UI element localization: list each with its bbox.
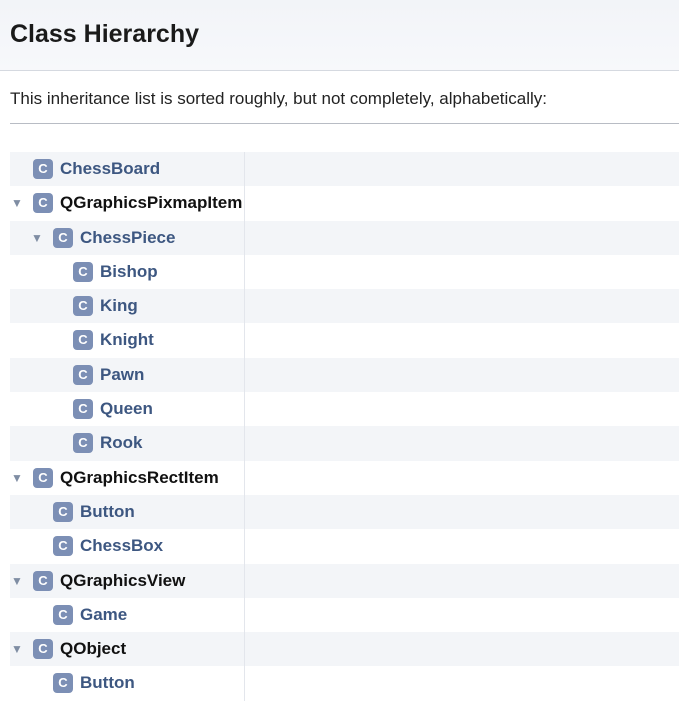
column-separator: [244, 186, 245, 221]
class-link[interactable]: Pawn: [100, 358, 144, 392]
column-separator: [244, 254, 245, 290]
column-separator: [244, 220, 245, 255]
class-badge-icon: C: [33, 193, 53, 214]
column-separator: [244, 529, 245, 564]
tree-row: ▼ C ChessPiece: [10, 220, 679, 255]
class-link[interactable]: QGraphicsView: [60, 564, 185, 598]
class-link[interactable]: Rook: [100, 426, 143, 460]
class-badge-icon: C: [53, 227, 73, 248]
column-separator: [244, 426, 245, 461]
column-separator: [244, 152, 245, 187]
tree-row: ▼ C QGraphicsPixmapItem: [10, 186, 679, 221]
class-link[interactable]: QObject: [60, 632, 126, 666]
class-hierarchy-tree: C ChessBoard ▼ C QGraphicsPixmapItem ▼ C ChessP…: [10, 152, 679, 701]
tree-row: C Button: [10, 666, 679, 701]
class-link[interactable]: ChessBoard: [60, 152, 160, 186]
class-link[interactable]: Button: [80, 495, 135, 529]
class-link[interactable]: ChessPiece: [80, 221, 175, 255]
class-link[interactable]: Bishop: [100, 255, 158, 289]
class-link[interactable]: Queen: [100, 392, 153, 426]
tree-row: C Bishop: [10, 254, 679, 290]
class-badge-icon: C: [73, 261, 93, 282]
expand-arrow-icon[interactable]: ▼: [10, 461, 24, 495]
class-badge-icon: C: [33, 467, 53, 488]
tree-row: C Queen: [10, 392, 679, 427]
column-separator: [244, 563, 245, 598]
column-separator: [244, 357, 245, 393]
tree-row: C Pawn: [10, 357, 679, 393]
class-link[interactable]: Button: [80, 666, 135, 700]
tree-row: ▼ C QGraphicsRectItem: [10, 460, 679, 495]
tree-row: C Button: [10, 494, 679, 530]
class-badge-icon: C: [73, 399, 93, 420]
column-separator: [244, 323, 245, 358]
tree-row: C ChessBoard: [10, 152, 679, 187]
class-badge-icon: C: [73, 364, 93, 385]
class-link[interactable]: QGraphicsPixmapItem: [60, 186, 242, 220]
tree-row: ▼ C QObject: [10, 632, 679, 667]
column-separator: [244, 494, 245, 530]
tree-row: C King: [10, 289, 679, 324]
expand-arrow-icon[interactable]: ▼: [30, 221, 44, 255]
class-badge-icon: C: [73, 433, 93, 454]
class-badge-icon: C: [33, 639, 53, 660]
class-badge-icon: C: [53, 673, 73, 694]
page-header: Class Hierarchy: [0, 0, 679, 71]
page-title: Class Hierarchy: [10, 20, 200, 48]
divider: [10, 123, 679, 124]
tree-row: C Rook: [10, 426, 679, 461]
tree-row: C Knight: [10, 323, 679, 358]
column-separator: [244, 632, 245, 667]
column-separator: [244, 392, 245, 427]
tree-row: C Game: [10, 597, 679, 633]
class-link[interactable]: King: [100, 289, 138, 323]
column-separator: [244, 460, 245, 495]
expand-arrow-icon[interactable]: ▼: [10, 632, 24, 666]
expand-arrow-icon[interactable]: ▼: [10, 564, 24, 598]
column-separator: [244, 597, 245, 633]
expand-arrow-icon[interactable]: ▼: [10, 186, 24, 220]
column-separator: [244, 666, 245, 701]
class-link[interactable]: Game: [80, 598, 127, 632]
class-badge-icon: C: [53, 604, 73, 625]
class-link[interactable]: ChessBox: [80, 529, 163, 563]
class-link[interactable]: Knight: [100, 323, 154, 357]
intro-text: This inheritance list is sorted roughly,…: [10, 89, 548, 108]
class-badge-icon: C: [53, 501, 73, 522]
tree-row: C ChessBox: [10, 529, 679, 564]
class-badge-icon: C: [73, 330, 93, 351]
class-badge-icon: C: [53, 536, 73, 557]
tree-row: ▼ C QGraphicsView: [10, 563, 679, 598]
class-badge-icon: C: [33, 570, 53, 591]
class-badge-icon: C: [33, 159, 53, 179]
column-separator: [244, 289, 245, 324]
class-badge-icon: C: [73, 296, 93, 317]
class-link[interactable]: QGraphicsRectItem: [60, 461, 219, 495]
